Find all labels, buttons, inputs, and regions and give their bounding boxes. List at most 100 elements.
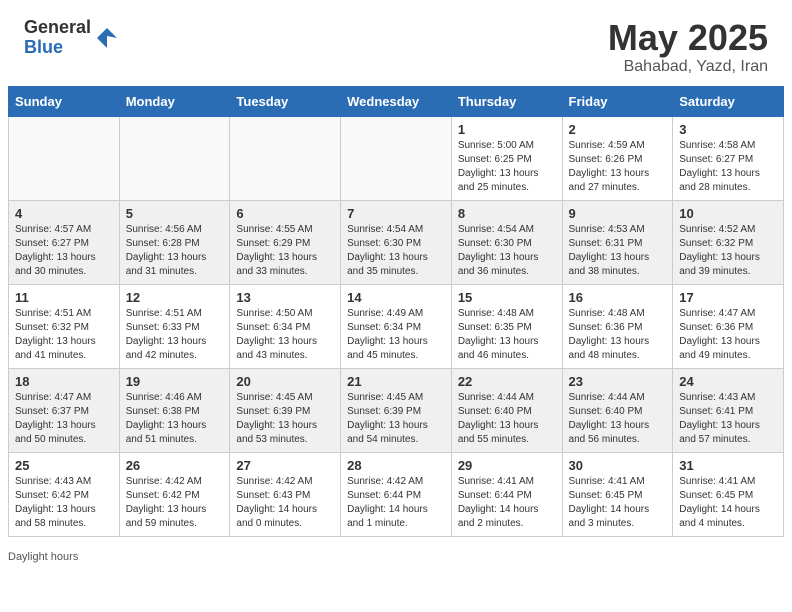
calendar-cell: 20Sunrise: 4:45 AM Sunset: 6:39 PM Dayli… xyxy=(230,368,341,452)
day-number: 22 xyxy=(458,374,556,389)
calendar-cell: 30 Sunrise: 4:41 AM Sunset: 6:45 PM Dayli… xyxy=(562,452,673,536)
calendar-week-row: 25Sunrise: 4:43 AM Sunset: 6:42 PM Dayli… xyxy=(9,452,784,536)
day-number: 10 xyxy=(679,206,777,221)
calendar-week-row: 4 Sunrise: 4:57 AM Sunset: 6:27 PM Daylig… xyxy=(9,200,784,284)
day-number: 29 xyxy=(458,458,556,473)
day-info: Sunrise: 4:52 AM Sunset: 6:32 PM Dayligh… xyxy=(679,223,777,279)
day-info: Sunrise: 4:53 AM Sunset: 6:31 PM Dayligh… xyxy=(569,223,667,279)
day-info: Sunrise: 4:44 AM Sunset: 6:40 PM Dayligh… xyxy=(569,391,667,447)
day-info: Sunrise: 4:57 AM Sunset: 6:27 PM Dayligh… xyxy=(15,223,113,279)
day-info: Sunrise: 4:41 AM Sunset: 6:45 PM Dayligh… xyxy=(569,475,667,531)
weekday-header-monday: Monday xyxy=(119,86,230,116)
calendar-cell: 15 Sunrise: 4:48 AM Sunset: 6:35 PM Dayli… xyxy=(451,284,562,368)
day-number: 7 xyxy=(347,206,445,221)
day-info: Sunrise: 4:47 AM Sunset: 6:36 PM Dayligh… xyxy=(679,307,777,363)
calendar-cell: 17 Sunrise: 4:47 AM Sunset: 6:36 PM Dayli… xyxy=(673,284,784,368)
calendar-wrapper: SundayMondayTuesdayWednesdayThursdayFrid… xyxy=(0,86,792,545)
day-number: 20 xyxy=(236,374,334,389)
calendar-cell: 12 Sunrise: 4:51 AM Sunset: 6:33 PM Dayli… xyxy=(119,284,230,368)
calendar-cell xyxy=(341,116,452,200)
calendar-cell: 7 Sunrise: 4:54 AM Sunset: 6:30 PM Daylig… xyxy=(341,200,452,284)
day-number: 4 xyxy=(15,206,113,221)
calendar-cell: 25Sunrise: 4:43 AM Sunset: 6:42 PM Dayli… xyxy=(9,452,120,536)
day-number: 13 xyxy=(236,290,334,305)
calendar-cell: 19Sunrise: 4:46 AM Sunset: 6:38 PM Dayli… xyxy=(119,368,230,452)
calendar-cell: 26 Sunrise: 4:42 AM Sunset: 6:42 PM Dayli… xyxy=(119,452,230,536)
calendar-cell: 18Sunrise: 4:47 AM Sunset: 6:37 PM Dayli… xyxy=(9,368,120,452)
calendar-cell: 6Sunrise: 4:55 AM Sunset: 6:29 PM Daylig… xyxy=(230,200,341,284)
calendar-table: SundayMondayTuesdayWednesdayThursdayFrid… xyxy=(8,86,784,537)
day-info: Sunrise: 4:47 AM Sunset: 6:37 PM Dayligh… xyxy=(15,391,113,447)
calendar-header: SundayMondayTuesdayWednesdayThursdayFrid… xyxy=(9,86,784,116)
day-info: Sunrise: 4:45 AM Sunset: 6:39 PM Dayligh… xyxy=(347,391,445,447)
calendar-body: 1Sunrise: 5:00 AM Sunset: 6:25 PM Daylig… xyxy=(9,116,784,536)
calendar-cell: 21Sunrise: 4:45 AM Sunset: 6:39 PM Dayli… xyxy=(341,368,452,452)
day-info: Sunrise: 4:54 AM Sunset: 6:30 PM Dayligh… xyxy=(458,223,556,279)
weekday-header-saturday: Saturday xyxy=(673,86,784,116)
daylight-label: Daylight hours xyxy=(8,551,78,563)
day-info: Sunrise: 4:51 AM Sunset: 6:33 PM Dayligh… xyxy=(126,307,224,363)
calendar-cell: 14 Sunrise: 4:49 AM Sunset: 6:34 PM Dayli… xyxy=(341,284,452,368)
day-info: Sunrise: 4:41 AM Sunset: 6:45 PM Dayligh… xyxy=(679,475,777,531)
day-number: 3 xyxy=(679,122,777,137)
day-info: Sunrise: 4:41 AM Sunset: 6:44 PM Dayligh… xyxy=(458,475,556,531)
day-info: Sunrise: 4:44 AM Sunset: 6:40 PM Dayligh… xyxy=(458,391,556,447)
calendar-cell: 9Sunrise: 4:53 AM Sunset: 6:31 PM Daylig… xyxy=(562,200,673,284)
day-info: Sunrise: 4:56 AM Sunset: 6:28 PM Dayligh… xyxy=(126,223,224,279)
day-number: 31 xyxy=(679,458,777,473)
day-number: 30 xyxy=(569,458,667,473)
calendar-cell: 3Sunrise: 4:58 AM Sunset: 6:27 PM Daylig… xyxy=(673,116,784,200)
day-number: 2 xyxy=(569,122,667,137)
footer: Daylight hours xyxy=(0,545,792,567)
logo-general: General xyxy=(24,18,91,38)
location-title: Bahabad, Yazd, Iran xyxy=(608,58,768,76)
title-block: May 2025 Bahabad, Yazd, Iran xyxy=(608,18,768,76)
calendar-cell: 23 Sunrise: 4:44 AM Sunset: 6:40 PM Dayli… xyxy=(562,368,673,452)
page-header: General Blue May 2025 Bahabad, Yazd, Ira… xyxy=(0,0,792,86)
weekday-header-friday: Friday xyxy=(562,86,673,116)
calendar-cell: 16 Sunrise: 4:48 AM Sunset: 6:36 PM Dayli… xyxy=(562,284,673,368)
calendar-cell: 13Sunrise: 4:50 AM Sunset: 6:34 PM Dayli… xyxy=(230,284,341,368)
day-number: 12 xyxy=(126,290,224,305)
day-number: 14 xyxy=(347,290,445,305)
day-info: Sunrise: 4:42 AM Sunset: 6:42 PM Dayligh… xyxy=(126,475,224,531)
day-number: 27 xyxy=(236,458,334,473)
day-info: Sunrise: 4:54 AM Sunset: 6:30 PM Dayligh… xyxy=(347,223,445,279)
day-info: Sunrise: 4:49 AM Sunset: 6:34 PM Dayligh… xyxy=(347,307,445,363)
day-number: 16 xyxy=(569,290,667,305)
day-number: 28 xyxy=(347,458,445,473)
calendar-cell: 1Sunrise: 5:00 AM Sunset: 6:25 PM Daylig… xyxy=(451,116,562,200)
day-info: Sunrise: 4:46 AM Sunset: 6:38 PM Dayligh… xyxy=(126,391,224,447)
calendar-cell: 11Sunrise: 4:51 AM Sunset: 6:32 PM Dayli… xyxy=(9,284,120,368)
day-number: 1 xyxy=(458,122,556,137)
day-info: Sunrise: 4:59 AM Sunset: 6:26 PM Dayligh… xyxy=(569,139,667,195)
day-number: 15 xyxy=(458,290,556,305)
calendar-cell: 8 Sunrise: 4:54 AM Sunset: 6:30 PM Daylig… xyxy=(451,200,562,284)
day-number: 26 xyxy=(126,458,224,473)
day-info: Sunrise: 4:48 AM Sunset: 6:36 PM Dayligh… xyxy=(569,307,667,363)
calendar-cell: 22 Sunrise: 4:44 AM Sunset: 6:40 PM Dayli… xyxy=(451,368,562,452)
day-number: 17 xyxy=(679,290,777,305)
day-info: Sunrise: 4:42 AM Sunset: 6:44 PM Dayligh… xyxy=(347,475,445,531)
day-number: 8 xyxy=(458,206,556,221)
weekday-row: SundayMondayTuesdayWednesdayThursdayFrid… xyxy=(9,86,784,116)
calendar-week-row: 18Sunrise: 4:47 AM Sunset: 6:37 PM Dayli… xyxy=(9,368,784,452)
month-title: May 2025 xyxy=(608,18,768,58)
weekday-header-wednesday: Wednesday xyxy=(341,86,452,116)
day-number: 5 xyxy=(126,206,224,221)
day-info: Sunrise: 4:43 AM Sunset: 6:41 PM Dayligh… xyxy=(679,391,777,447)
weekday-header-tuesday: Tuesday xyxy=(230,86,341,116)
logo-icon xyxy=(95,26,119,50)
calendar-cell: 24Sunrise: 4:43 AM Sunset: 6:41 PM Dayli… xyxy=(673,368,784,452)
day-info: Sunrise: 4:42 AM Sunset: 6:43 PM Dayligh… xyxy=(236,475,334,531)
day-number: 6 xyxy=(236,206,334,221)
calendar-cell: 10 Sunrise: 4:52 AM Sunset: 6:32 PM Dayli… xyxy=(673,200,784,284)
calendar-cell xyxy=(119,116,230,200)
logo-blue: Blue xyxy=(24,38,91,58)
day-number: 11 xyxy=(15,290,113,305)
logo: General Blue xyxy=(24,18,119,58)
calendar-cell: 27 Sunrise: 4:42 AM Sunset: 6:43 PM Dayli… xyxy=(230,452,341,536)
day-number: 23 xyxy=(569,374,667,389)
weekday-header-thursday: Thursday xyxy=(451,86,562,116)
day-info: Sunrise: 4:48 AM Sunset: 6:35 PM Dayligh… xyxy=(458,307,556,363)
